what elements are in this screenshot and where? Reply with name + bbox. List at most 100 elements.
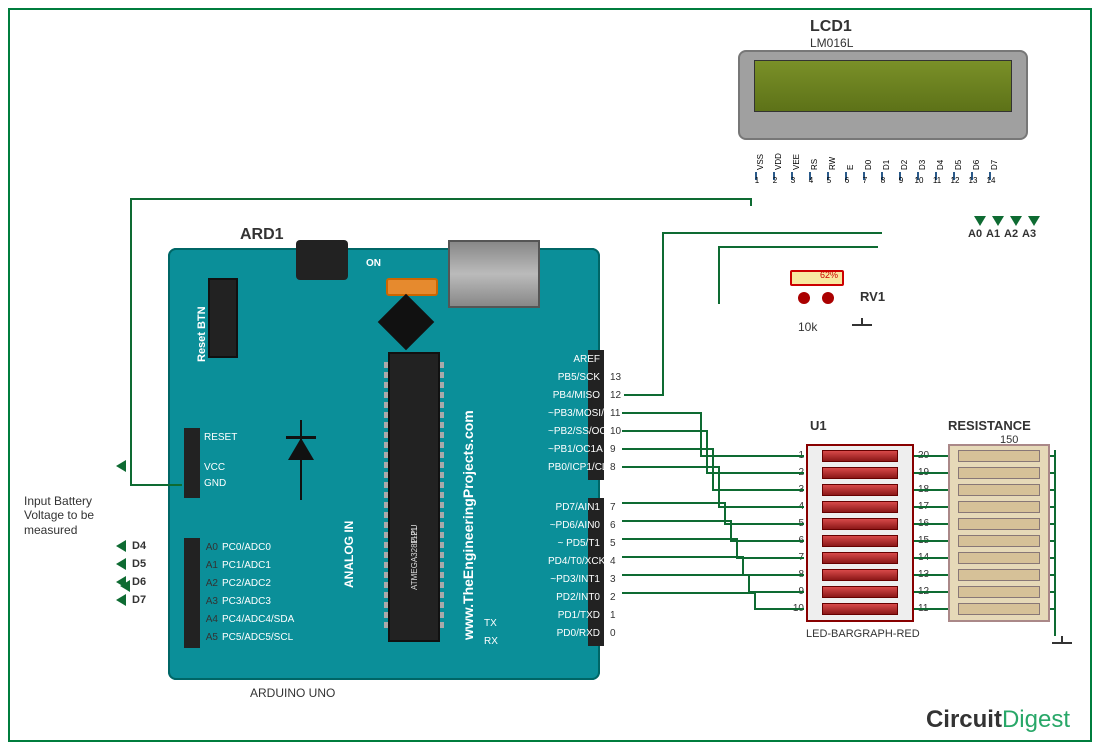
ground-icon-2	[1052, 636, 1072, 650]
pinnum: 5	[610, 538, 616, 549]
bargraph-segment	[822, 484, 898, 496]
resistor	[958, 484, 1040, 496]
pinnum: 6	[610, 520, 616, 531]
wire	[750, 198, 752, 206]
wire	[622, 520, 730, 522]
resistor	[958, 467, 1040, 479]
resnet-ref: RESISTANCE	[948, 418, 1031, 433]
wire	[624, 394, 664, 396]
tx-label: TX	[484, 618, 497, 629]
potentiometer-rv1	[782, 268, 854, 310]
wire	[622, 574, 748, 576]
resistor	[958, 535, 1040, 547]
wire	[718, 246, 878, 248]
wire	[130, 484, 182, 486]
pin-vcc: VCC	[204, 462, 225, 473]
usb-connector	[448, 240, 540, 308]
atmega-ic	[388, 352, 440, 642]
wire	[742, 556, 744, 574]
resistor	[958, 552, 1040, 564]
d4-arrow	[116, 540, 126, 552]
diode-bar	[286, 436, 316, 439]
lcd-pins: VSS1VDD2VEE3RS4RW5E6D07D18D29D310D411D51…	[752, 152, 1014, 190]
reset-btn-label: Reset BTN	[196, 306, 208, 362]
wire	[622, 502, 724, 504]
bargraph-segment	[822, 450, 898, 462]
barrel-jack	[296, 240, 348, 280]
analog-A3: A3	[198, 596, 218, 607]
pin-6: ~PD6/AIN0	[548, 520, 600, 531]
wire	[718, 506, 804, 508]
analog-A2: A2	[198, 578, 218, 589]
rx-label: RX	[484, 636, 498, 647]
wire	[622, 556, 742, 558]
bus-d4: D4	[132, 540, 146, 552]
analog-name: PC3/ADC3	[222, 596, 271, 607]
wire	[748, 574, 750, 591]
analog-name: PC1/ADC1	[222, 560, 271, 571]
d7-arrow	[116, 594, 126, 606]
bargraph-segment	[822, 467, 898, 479]
d5-arrow	[116, 558, 126, 570]
rv1-value: 10k	[798, 320, 817, 334]
pin-7: PD7/AIN1	[548, 502, 600, 513]
circuitdigest-logo: CircuitDigest	[926, 706, 1070, 734]
bargraph-segment	[822, 518, 898, 530]
pinnum: 11	[610, 408, 620, 419]
arduino-part: ARDUINO UNO	[250, 686, 335, 700]
on-led-label: ON	[366, 258, 381, 269]
wire	[622, 412, 700, 414]
wire	[742, 574, 804, 576]
power-header	[184, 428, 200, 498]
reset-button[interactable]	[208, 278, 238, 358]
resistor	[958, 603, 1040, 615]
pin-8: PB0/ICP1/CLKO	[548, 462, 600, 473]
vcc-arrow	[116, 460, 126, 472]
pin-: AREF	[548, 354, 600, 365]
diode-body	[300, 420, 302, 500]
d6-arrow	[116, 576, 126, 588]
lcd-module	[738, 50, 1028, 140]
u1-ref: U1	[810, 418, 827, 433]
bargraph-segment	[822, 552, 898, 564]
pinnum: 0	[610, 628, 616, 639]
pin-reset: RESET	[204, 432, 237, 443]
pinnum: 3	[610, 574, 616, 585]
bargraph-segment	[822, 535, 898, 547]
bargraph-segment	[822, 603, 898, 615]
bus-d5: D5	[132, 558, 146, 570]
lcd-part: LM016L	[810, 36, 853, 50]
wire	[706, 472, 804, 474]
bus-a2: A2	[1004, 228, 1018, 240]
resistor	[958, 501, 1040, 513]
bargraph-segment	[822, 501, 898, 513]
u1-part: LED-BARGRAPH-RED	[806, 628, 920, 640]
wire	[712, 448, 714, 489]
input-voltage-label: Input Battery Voltage to be measured	[24, 494, 124, 537]
analog-A4: A4	[198, 614, 218, 625]
resistor	[958, 586, 1040, 598]
rv1-percent: 62%	[820, 270, 838, 280]
wire	[130, 198, 750, 200]
pin-9: ~PB1/OC1A	[548, 444, 600, 455]
bargraph-segment	[822, 586, 898, 598]
analog-name: PC5/ADC5/SCL	[222, 632, 293, 643]
wire	[730, 540, 804, 542]
wire	[730, 520, 732, 540]
analog-A5: A5	[198, 632, 218, 643]
arduino-url: www.TheEngineeringProjects.com	[460, 410, 476, 640]
wire	[736, 557, 804, 559]
bus-d6: D6	[132, 576, 146, 588]
pinnum: 4	[610, 556, 616, 567]
analog-A0: A0	[198, 542, 218, 553]
pinnum: 10	[610, 426, 621, 437]
pin-gnd: GND	[204, 478, 226, 489]
analog-A1: A1	[198, 560, 218, 571]
wire	[622, 430, 706, 432]
ic-code: 1121	[410, 527, 419, 544]
pinnum: 9	[610, 444, 616, 455]
analog-in-label: ANALOG IN	[342, 521, 356, 588]
wire	[662, 232, 664, 396]
pinnum: 13	[610, 372, 621, 383]
rv1-ref: RV1	[860, 289, 885, 304]
